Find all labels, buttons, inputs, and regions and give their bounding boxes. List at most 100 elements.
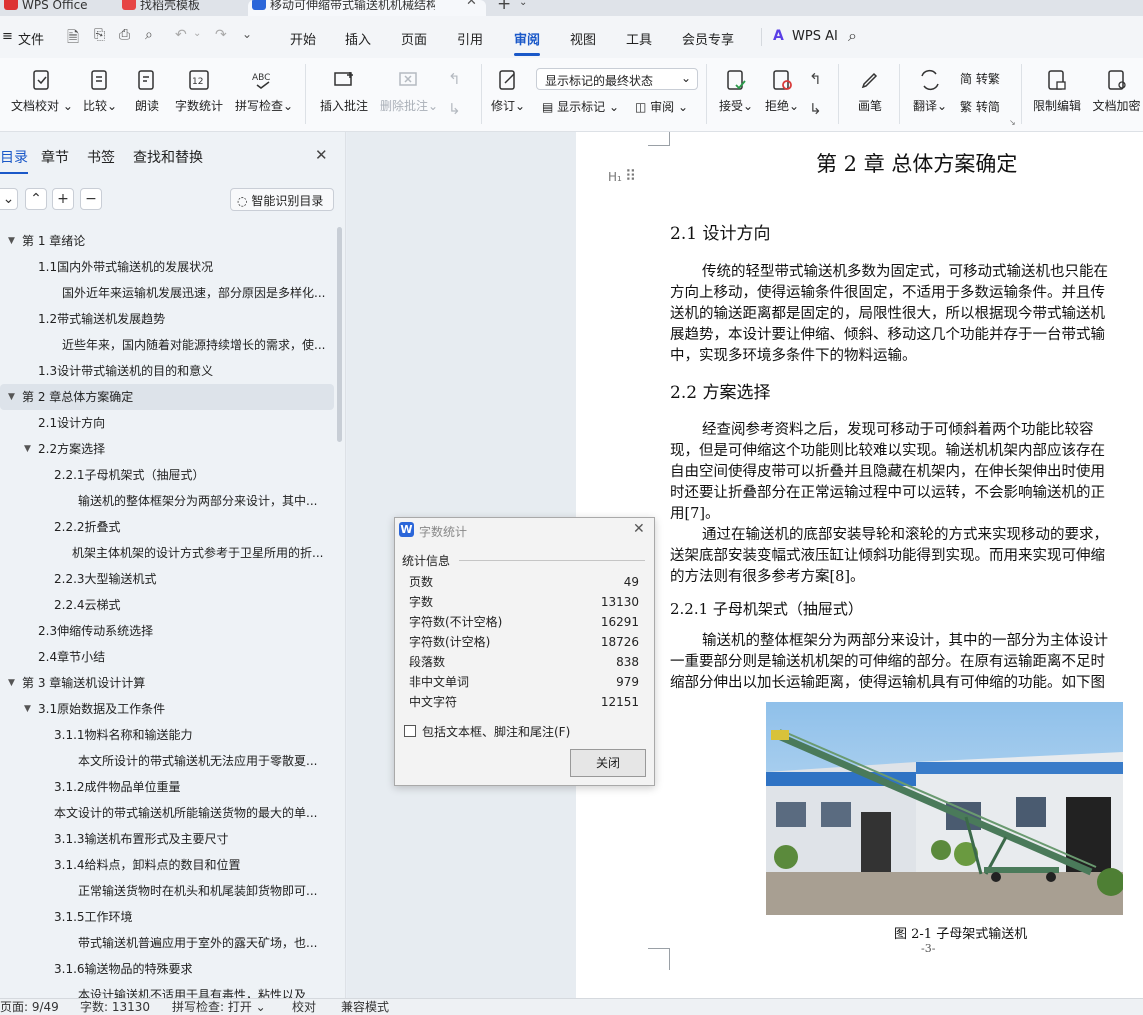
menu-tools[interactable]: 工具 <box>626 29 652 48</box>
wps-ai-button[interactable]: WPS AI <box>792 29 838 44</box>
expand-triangle-icon[interactable]: ▼ <box>24 696 31 722</box>
toc-item[interactable]: 1.3设计带式输送机的目的和意义 <box>0 358 334 384</box>
toc-item[interactable]: 2.4章节小结 <box>0 644 334 670</box>
menu-start[interactable]: 开始 <box>290 29 316 48</box>
search-icon[interactable]: ⌕ <box>848 26 857 46</box>
toc-item[interactable]: 2.1设计方向 <box>0 410 334 436</box>
compare-button[interactable]: 比较⌄ <box>81 58 119 132</box>
expand-triangle-icon[interactable]: ▼ <box>8 670 15 696</box>
next-change-icon[interactable]: ↳ <box>809 100 822 118</box>
drag-handle-icon[interactable]: ⠿ <box>625 167 636 185</box>
close-icon[interactable]: ✕ <box>633 521 645 537</box>
toc-item[interactable]: ▼ 第 1 章绪论 <box>0 228 334 254</box>
undo-dropdown-icon[interactable]: ⌄ <box>193 28 201 39</box>
include-textbox-checkbox[interactable] <box>404 725 416 737</box>
collapse-chevron-icon[interactable]: ⌄ <box>0 188 18 210</box>
markup-mode-select[interactable]: 显示标记的最终状态 ⌄ <box>536 68 698 90</box>
add-icon[interactable]: + <box>52 188 74 210</box>
delete-comment-button[interactable]: 删除批注⌄ <box>378 58 440 132</box>
proofread-button[interactable]: 文档校对 ⌄ <box>10 58 74 132</box>
tab-document[interactable]: 移动可伸缩带式输送机机械结构... ✕ <box>248 0 486 16</box>
expand-corner-icon[interactable]: ↘ <box>1009 118 1016 127</box>
toc-item[interactable]: 本文设计的带式输送机所能输送货物的最大的单... <box>0 800 334 826</box>
prev-comment-icon[interactable]: ↰ <box>448 70 461 88</box>
toc-item[interactable]: 国外近年来运输机发展迅速，部分原因是多样化... <box>0 280 334 306</box>
menu-reference[interactable]: 引用 <box>457 29 483 48</box>
close-icon[interactable]: ✕ <box>315 146 328 164</box>
scrollbar[interactable] <box>337 227 342 442</box>
new-tab-icon[interactable]: + <box>497 0 511 14</box>
prev-change-icon[interactable]: ↰ <box>809 70 822 88</box>
next-comment-icon[interactable]: ↳ <box>448 100 461 118</box>
tab-chapter[interactable]: 章节 <box>41 147 69 167</box>
hamburger-icon[interactable]: ≡ <box>2 29 13 44</box>
menu-member[interactable]: 会员专享 <box>682 29 734 48</box>
toc-item[interactable]: 2.2.4云梯式 <box>0 592 334 618</box>
toc-item[interactable]: ▼ 第 3 章输送机设计计算 <box>0 670 334 696</box>
toc-item[interactable]: 1.1国内外带式输送机的发展状况 <box>0 254 334 280</box>
toc-item[interactable]: 2.2.1子母机架式（抽屉式） <box>0 462 334 488</box>
toc-item[interactable]: 2.3伸缩传动系统选择 <box>0 618 334 644</box>
toc-item[interactable]: 2.2.2折叠式 <box>0 514 334 540</box>
move-up-icon[interactable]: ⌃ <box>25 188 47 210</box>
tab-bookmark[interactable]: 书签 <box>87 147 115 167</box>
tab-wps-office[interactable]: WPS Office <box>0 0 110 16</box>
trad-to-simp-button[interactable]: 繁 转简 <box>960 98 1000 115</box>
tab-find-replace[interactable]: 查找和替换 <box>133 147 203 167</box>
expand-triangle-icon[interactable]: ▼ <box>8 384 15 410</box>
toc-item[interactable]: 输送机的整体框架分为两部分来设计，其中... <box>0 488 334 514</box>
encrypt-doc-button[interactable]: 文档加密 <box>1090 58 1143 132</box>
tab-toc[interactable]: 目录 <box>0 147 28 174</box>
insert-comment-button[interactable]: 插入批注 <box>318 58 370 132</box>
toc-item[interactable]: 近些年来，国内随着对能源持续增长的需求，使... <box>0 332 334 358</box>
close-button[interactable]: 关闭 <box>570 749 646 777</box>
print-icon[interactable]: ⎙ <box>119 27 130 43</box>
toc-item[interactable]: 3.1.3输送机布置形式及主要尺寸 <box>0 826 334 852</box>
translate-button[interactable]: 翻译⌄ <box>908 58 952 132</box>
toc-item[interactable]: 3.1.5工作环境 <box>0 904 334 930</box>
undo-icon[interactable]: ↶ <box>175 27 187 43</box>
expand-triangle-icon[interactable]: ▼ <box>8 228 15 254</box>
close-icon[interactable]: ✕ <box>466 0 477 8</box>
toc-item[interactable]: 本文所设计的带式输送机无法应用于零散夏... <box>0 748 334 774</box>
more-chevron-icon[interactable]: ⌄ <box>242 27 252 41</box>
reject-button[interactable]: 拒绝⌄ <box>762 58 802 132</box>
toc-item[interactable]: 3.1.1物料名称和输送能力 <box>0 722 334 748</box>
toc-item[interactable]: ▼ 2.2方案选择 <box>0 436 334 462</box>
word-count-button[interactable]: 12 字数统计 <box>174 58 224 132</box>
tab-template[interactable]: 找稻壳模板 <box>118 0 238 16</box>
chevron-down-icon[interactable]: ⌄ <box>519 0 527 8</box>
accept-button[interactable]: 接受⌄ <box>716 58 756 132</box>
simp-to-trad-button[interactable]: 简 转繁 <box>960 70 1000 87</box>
spell-check-button[interactable]: ABC 拼写检查⌄ <box>234 58 294 132</box>
print-preview-icon[interactable]: ⌕ <box>145 27 153 43</box>
menu-insert[interactable]: 插入 <box>345 29 371 48</box>
proofread-status[interactable]: 校对 <box>292 999 316 1015</box>
save-icon[interactable]: 🗎 <box>67 27 79 52</box>
toc-item[interactable]: ▼ 第 2 章总体方案确定 <box>0 384 334 410</box>
menu-review[interactable]: 审阅 <box>514 29 541 56</box>
toc-item[interactable]: 1.2带式输送机发展趋势 <box>0 306 334 332</box>
heading-marker-icon[interactable]: H₁ <box>608 170 622 184</box>
menu-page[interactable]: 页面 <box>401 29 427 48</box>
review-pane-button[interactable]: ◫ 审阅 ⌄ <box>635 98 688 115</box>
toc-item[interactable]: ▼ 3.1原始数据及工作条件 <box>0 696 334 722</box>
spell-check-status[interactable]: 拼写检查: 打开 ⌄ <box>172 999 266 1015</box>
toc-item[interactable]: 正常输送货物时在机头和机尾装卸货物即可... <box>0 878 334 904</box>
export-icon[interactable]: ⎘ <box>94 27 105 43</box>
toc-item[interactable]: 2.2.3大型输送机式 <box>0 566 334 592</box>
expand-triangle-icon[interactable]: ▼ <box>24 436 31 462</box>
pen-button[interactable]: 画笔 <box>852 58 888 132</box>
read-aloud-button[interactable]: 朗读 <box>131 58 163 132</box>
menu-view[interactable]: 视图 <box>570 29 596 48</box>
restrict-edit-button[interactable]: 限制编辑 <box>1030 58 1084 132</box>
redo-icon[interactable]: ↷ <box>215 27 227 43</box>
menu-file[interactable]: 文件 <box>18 29 44 48</box>
word-count-indicator[interactable]: 字数: 13130 <box>80 999 150 1015</box>
document-page[interactable]: H₁ ⠿ 第 2 章 总体方案确定 2.1 设计方向 传统的轻型带式输送机多数为… <box>576 132 1143 998</box>
toc-item[interactable]: 机架主体机架的设计方式参考于卫星所用的折... <box>0 540 334 566</box>
toc-item[interactable]: 3.1.2成件物品单位重量 <box>0 774 334 800</box>
toc-item[interactable]: 带式输送机普遍应用于室外的露天矿场，也... <box>0 930 334 956</box>
toc-item[interactable]: 3.1.6输送物品的特殊要求 <box>0 956 334 982</box>
show-markup-button[interactable]: ▤ 显示标记 ⌄ <box>542 98 619 115</box>
